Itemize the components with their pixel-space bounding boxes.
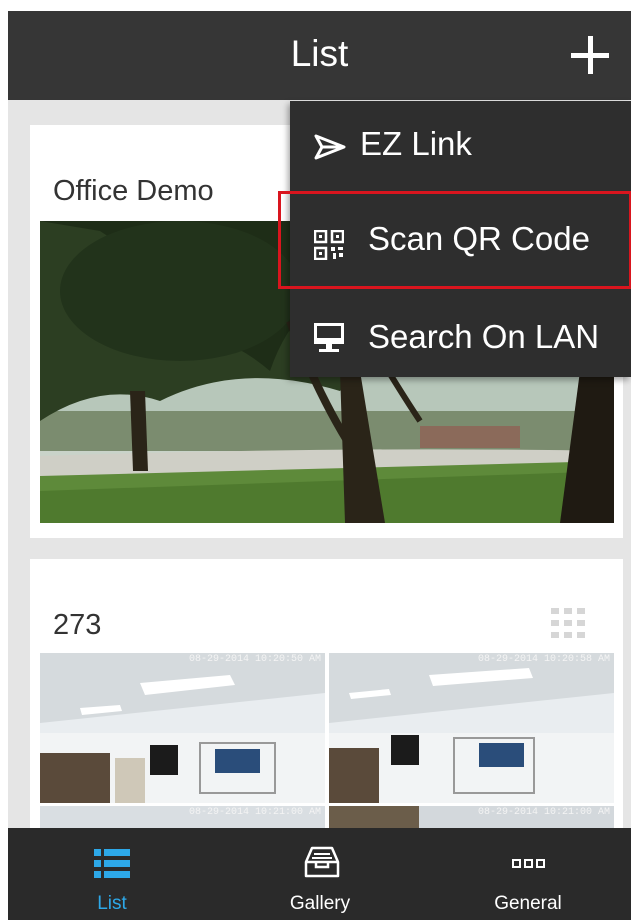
plus-icon[interactable] <box>568 33 612 77</box>
qr-code-icon <box>314 230 344 260</box>
device-name: 273 <box>53 609 102 641</box>
more-dots-icon <box>512 859 545 868</box>
menu-item-ez-link[interactable]: EZ Link <box>290 101 631 193</box>
tab-label: General <box>494 893 562 914</box>
grid-icon[interactable] <box>551 608 585 638</box>
camera-image <box>329 653 614 803</box>
monitor-icon <box>314 323 344 352</box>
camera-thumbnail[interactable]: 08-29-2014 10:20:58 AM <box>329 653 614 803</box>
list-icon <box>94 849 130 878</box>
device-name: Office Demo <box>53 175 214 207</box>
add-device-menu: EZ Link Scan QR Code Search On LAN <box>278 101 631 377</box>
send-arrow-icon <box>314 134 346 160</box>
menu-item-search-on-lan[interactable]: Search On LAN <box>290 285 631 377</box>
gallery-tray-icon <box>304 846 340 878</box>
timestamp: 08-29-2014 10:21:00 AM <box>188 807 321 818</box>
camera-thumbnail[interactable]: 08-29-2014 10:20:50 AM <box>40 653 325 803</box>
menu-item-label: Scan QR Code <box>368 220 590 257</box>
timestamp: 08-29-2014 10:21:00 AM <box>477 807 610 818</box>
tab-label: List <box>97 893 127 914</box>
menu-item-scan-qr-code[interactable]: Scan QR Code <box>278 191 631 289</box>
timestamp: 08-29-2014 10:20:58 AM <box>477 654 610 665</box>
menu-item-label: EZ Link <box>360 125 472 162</box>
timestamp: 08-29-2014 10:20:50 AM <box>188 654 321 665</box>
tab-gallery[interactable]: Gallery <box>216 828 424 920</box>
menu-item-label: Search On LAN <box>368 318 600 355</box>
tab-general[interactable]: General <box>424 828 631 920</box>
tab-bar: List Gallery General <box>8 828 631 920</box>
tab-label: Gallery <box>289 893 351 914</box>
top-bar: List <box>8 11 631 100</box>
tab-list[interactable]: List <box>8 828 216 920</box>
app-screen: List Office Demo 273 08-29-2014 10:20:50… <box>8 11 631 920</box>
page-title: List <box>290 33 349 74</box>
device-card[interactable]: 273 08-29-2014 10:20:50 AM 08-29-2014 10… <box>30 559 623 859</box>
camera-image <box>40 653 325 803</box>
